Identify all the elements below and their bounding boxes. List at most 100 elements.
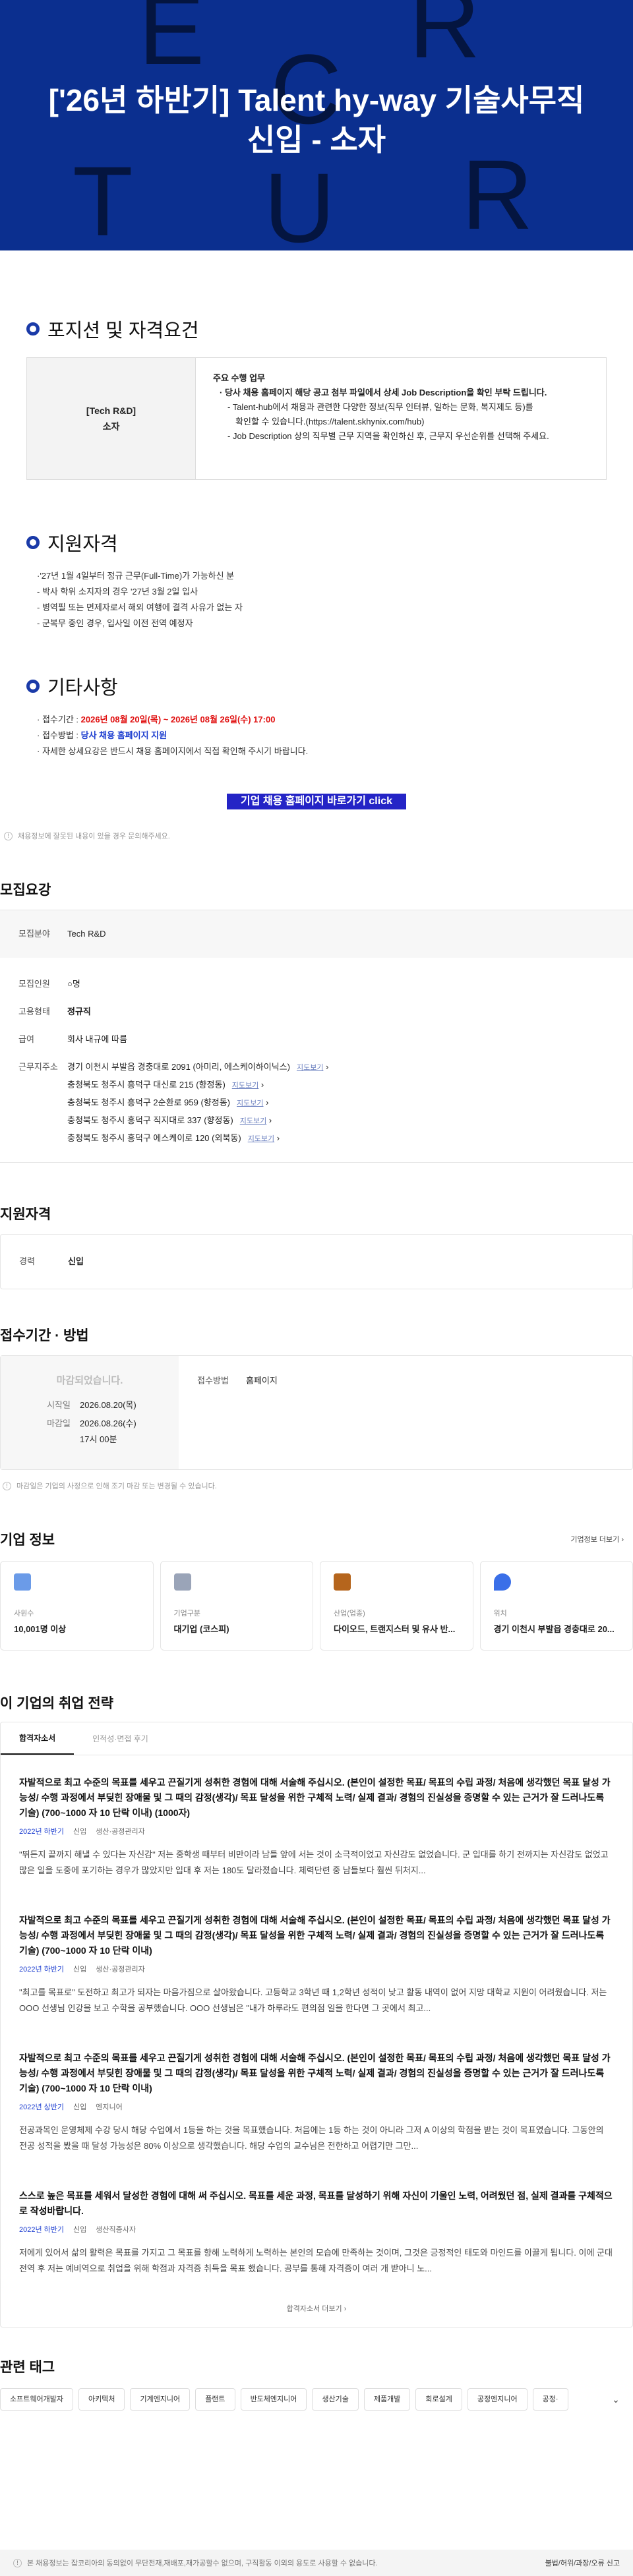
briefcase-icon [334, 1573, 351, 1591]
method-line: · 접수방법 : 당사 채용 홈페이지 지원 [37, 730, 167, 740]
tag-item[interactable]: 회로설계 [415, 2388, 462, 2411]
job-title: ['26년 하반기] Talent hy-way 기술사무직 신입 - 소자 [48, 83, 585, 157]
company-more-link[interactable]: 기업정보 더보기 › [570, 1534, 633, 1544]
map-link[interactable]: 지도보기 [297, 1064, 323, 1072]
map-link[interactable]: 지도보기 [248, 1135, 274, 1143]
footer-text: 본 채용정보는 잡코리아의 동의없이 무단전재,재배포,재가공할수 없으며, 구… [27, 2560, 378, 2567]
banner-letter: R [409, 0, 481, 78]
job-banner: E R C T U R ['26년 하반기] Talent hy-way 기술사… [0, 0, 633, 250]
footer: ! 본 채용정보는 잡코리아의 동의없이 무단전재,재배포,재가공할수 없으며,… [0, 2550, 633, 2576]
tags-title: 관련 태그 [0, 2360, 55, 2375]
period-note: ! 마감일은 기업의 사정으로 인해 조기 마감 또는 변경될 수 있습니다. [0, 1480, 633, 1491]
period-dates: 마감되었습니다. 시작일 2026.08.20(목) 마감일 2026.08.26(… [1, 1356, 179, 1469]
bullet-icon [26, 536, 40, 549]
map-link[interactable]: 지도보기 [232, 1082, 258, 1090]
people-icon [14, 1573, 31, 1591]
tag-item[interactable]: 제품개발 [363, 2388, 411, 2411]
banner-letter: T [73, 146, 133, 250]
map-link[interactable]: 지도보기 [240, 1117, 266, 1125]
cover-letter-item[interactable]: 자발적으로 최고 수준의 목표를 세우고 끈질기게 성취한 경험에 대해 서술해… [1, 1775, 632, 1879]
banner-letter: E [138, 0, 205, 85]
tag-item[interactable]: 반도체엔지니어 [240, 2388, 307, 2411]
qualification-section-title: 지원자격 [26, 529, 607, 556]
location-item: 충청북도 청주시 흥덕구 대신로 215 (향정동) 지도보기 › [67, 1080, 264, 1090]
summary-table: 모집분야 Tech R&D 모집인원 ○명 고용형태 정규직 급여 회사 내규에 따름 … [0, 910, 633, 1163]
strategy-more-link[interactable]: 합격자소서 더보기 › [1, 2303, 632, 2314]
report-link[interactable]: 불법/허위/과장/오류 신고 [545, 2558, 620, 2568]
location-item: 충청북도 청주시 흥덕구 에스케이로 120 (외북동) 지도보기 › [67, 1133, 280, 1143]
end-time-row: 17시 00분 [80, 1434, 117, 1444]
location-item: 경기 이천시 부발읍 경충대로 2091 (아미리, 에스케이하이닉스) 지도보기… [67, 1062, 329, 1072]
tag-item[interactable]: 플랜트 [195, 2388, 235, 2411]
period-box: 마감되었습니다. 시작일 2026.08.20(목) 마감일 2026.08.26(… [0, 1355, 633, 1470]
field-row: 모집분야 Tech R&D [0, 910, 633, 958]
start-row: 시작일 2026.08.20(목) [47, 1400, 136, 1410]
tag-item[interactable]: 공정· [532, 2388, 568, 2411]
company-cards: 사원수 10,001명 이상 기업구분 대기업 (코스피) 산업(업종) 다이오드, … [0, 1561, 633, 1651]
position-dept-cell: [Tech R&D] 소자 [27, 358, 196, 479]
tag-item[interactable]: 생산기술 [312, 2388, 359, 2411]
salary-row: 급여 회사 내규에 따름 [18, 1034, 127, 1044]
bullet-icon [26, 322, 40, 336]
apply-qual-title: 지원자격 [0, 1207, 51, 1222]
bullet-icon [26, 680, 40, 693]
banner-letter: U [264, 152, 336, 250]
apply-qual-box: 경력 신입 [0, 1234, 633, 1289]
cover-letter-item[interactable]: 스스로 높은 목표를 세워서 달성한 경험에 대해 써 주십시오. 목표를 세운… [1, 2188, 632, 2277]
dept-label: [Tech R&D] [86, 405, 136, 416]
location-item: 충청북도 청주시 흥덕구 2순환로 959 (향정동) 지도보기 › [67, 1098, 269, 1107]
count-row: 모집인원 ○명 [18, 979, 80, 989]
career-row: 경력 신입 [19, 1256, 84, 1266]
qualification-item: - 박사 학위 소지자의 경우 '27년 3월 2일 입사 [37, 587, 198, 597]
tag-list: 소프트웨어개발자 아키텍처 기계엔지니어 플랜트 반도체엔지니어 생산기술 제품… [0, 2388, 607, 2411]
tag-item[interactable]: 소프트웨어개발자 [0, 2388, 73, 2411]
info-icon: ! [4, 831, 13, 840]
banner-letter: R [462, 139, 533, 250]
position-table: [Tech R&D] 소자 주요 수행 업무 · 당사 채용 홈페이지 해당 공… [26, 357, 607, 480]
tab-cover-letters[interactable]: 합격자소서 [1, 1722, 75, 1755]
duty-item: - Job Description 상의 직무별 근무 지역을 확인하신 후, … [227, 431, 549, 441]
pin-icon [493, 1573, 511, 1591]
company-card-industry: 산업(업종) 다이오드, 트랜지스터 및 유사 반... [320, 1561, 473, 1651]
method-row: 접수방법 홈페이지 [197, 1376, 278, 1386]
company-card-employees: 사원수 10,001명 이상 [0, 1561, 154, 1651]
strategy-box: 합격자소서 인적성·면접 후기 자발적으로 최고 수준의 목표를 세우고 끈질기… [0, 1722, 633, 2327]
duty-item: - Talent-hub에서 채용과 관련한 다양한 정보(직무 인터뷰, 일하… [227, 402, 533, 412]
duty-item: 확인할 수 있습니다.(https://talent.skhynix.com/h… [235, 417, 425, 426]
summary-title: 모집요강 [0, 883, 51, 898]
cover-letter-item[interactable]: 자발적으로 최고 수준의 목표를 세우고 끈질기게 성취한 경험에 대해 서술해… [1, 2051, 632, 2154]
closed-label: 마감되었습니다. [56, 1375, 123, 1386]
etc-list: · 접수기간 : 2026년 08월 20일(목) ~ 2026년 08월 26… [26, 712, 607, 759]
strategy-tabs: 합격자소서 인적성·면접 후기 [1, 1722, 632, 1755]
tag-item[interactable]: 공정엔지니어 [467, 2388, 528, 2411]
duties-title: 주요 수행 업무 [213, 373, 265, 383]
qualification-item: ·'27년 1월 4일부터 정규 근무(Full-Time)가 가능하신 분 [37, 571, 235, 581]
period-title: 접수기간 · 방법 [0, 1328, 89, 1343]
tab-interview-reviews[interactable]: 인적성·면접 후기 [74, 1722, 167, 1755]
chevron-down-icon[interactable]: ⌄ [607, 2394, 625, 2405]
info-icon: ! [3, 1481, 11, 1490]
edit-note: ! 채용정보에 잘못된 내용이 있을 경우 문의해주세요. [0, 831, 633, 841]
qualification-item: - 군복무 중인 경우, 입사일 이전 전역 예정자 [37, 618, 193, 628]
info-icon: ! [13, 2558, 22, 2567]
tag-item[interactable]: 기계엔지니어 [130, 2388, 191, 2411]
qualification-list: ·'27년 1월 4일부터 정규 근무(Full-Time)가 가능하신 분 -… [26, 568, 607, 631]
map-link[interactable]: 지도보기 [237, 1099, 263, 1107]
building-icon [173, 1573, 191, 1591]
location-row: 근무지주소 경기 이천시 부발읍 경충대로 2091 (아미리, 에스케이하이닉… [0, 1061, 633, 1148]
company-card-location: 위치 경기 이천시 부발읍 경충대로 20... [479, 1561, 633, 1651]
page: { "banner": { "title_line1": "['26년 하반기]… [0, 0, 633, 2576]
location-item: 충청북도 청주시 흥덕구 직지대로 337 (향정동) 지도보기 › [67, 1115, 272, 1125]
role-label: 소자 [102, 421, 120, 432]
company-title: 기업 정보 [0, 1533, 55, 1548]
etc-section-title: 기타사항 [26, 672, 607, 700]
company-homepage-button[interactable]: 기업 채용 홈페이지 바로가기 click [227, 794, 406, 809]
tag-item[interactable]: 아키텍처 [78, 2388, 125, 2411]
strategy-title: 이 기업의 취업 전략 [0, 1696, 114, 1711]
cover-letter-item[interactable]: 자발적으로 최고 수준의 목표를 세우고 끈질기게 성취한 경험에 대해 서술해… [1, 1913, 632, 2016]
duty-item: · 당사 채용 홈페이지 해당 공고 첨부 파일에서 상세 Job Descri… [220, 388, 547, 397]
type-row: 고용형태 정규직 [18, 1007, 91, 1016]
qualification-item: - 병역필 또는 면제자로서 해외 여행에 결격 사유가 없는 자 [37, 602, 243, 612]
company-card-type: 기업구분 대기업 (코스피) [160, 1561, 313, 1651]
position-duties: 주요 수행 업무 · 당사 채용 홈페이지 해당 공고 첨부 파일에서 상세 J… [196, 358, 566, 479]
